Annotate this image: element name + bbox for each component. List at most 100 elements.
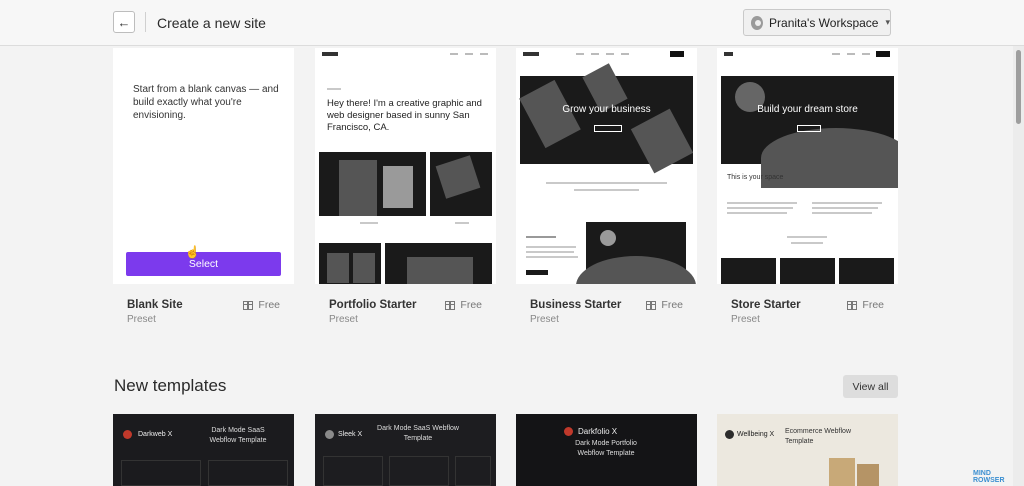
preset-card-blank-site[interactable]: Start from a blank canvas — and build ex… xyxy=(113,48,294,332)
gift-icon xyxy=(445,300,456,310)
mini-link xyxy=(862,53,870,55)
workspace-label: Pranita's Workspace xyxy=(769,15,879,30)
mini-nav xyxy=(717,48,898,62)
store-hero-text: Build your dream store xyxy=(757,104,858,115)
template-card-darkfolio-x[interactable]: Darkfolio X Dark Mode Portfolio Webflow … xyxy=(516,414,697,486)
template-panel xyxy=(455,456,491,486)
preset-type: Preset xyxy=(530,314,559,325)
store-hero: Build your dream store xyxy=(721,76,898,188)
mini-line xyxy=(526,256,578,258)
arrow-left-icon: ← xyxy=(117,14,131,30)
price-badge: Free xyxy=(445,299,482,311)
watermark-line: ROWSER xyxy=(973,477,1005,484)
product-box xyxy=(857,464,879,486)
mini-button xyxy=(876,51,890,57)
back-button[interactable]: ← xyxy=(113,11,135,33)
business-hero-text: Grow your business xyxy=(562,104,651,115)
watermark-logo: MIND ROWSER xyxy=(973,470,1005,484)
mini-line xyxy=(546,182,667,184)
mini-line xyxy=(791,242,823,244)
product-image xyxy=(839,258,894,284)
price-label: Free xyxy=(862,299,884,311)
scrollbar-thumb[interactable] xyxy=(1016,50,1021,124)
divider xyxy=(145,12,146,32)
mini-line xyxy=(327,88,341,90)
select-button[interactable]: Select xyxy=(126,252,281,276)
mini-logo xyxy=(523,52,539,56)
mini-link xyxy=(576,53,584,55)
template-brand: Sleek X xyxy=(338,431,363,438)
mini-link xyxy=(832,53,840,55)
workspace-selector[interactable]: Pranita's Workspace ▾ xyxy=(743,9,891,36)
mini-line xyxy=(727,202,797,204)
product-image xyxy=(721,258,776,284)
gift-icon xyxy=(847,300,858,310)
portfolio-image xyxy=(319,243,381,284)
mini-logo xyxy=(724,52,733,56)
preset-name: Blank Site xyxy=(127,299,183,311)
price-label: Free xyxy=(258,299,280,311)
portfolio-image xyxy=(319,152,426,216)
template-card-sleek-x[interactable]: Sleek X Dark Mode SaaS Webflow Template xyxy=(315,414,496,486)
preset-card-business-starter[interactable]: Grow your business Business Starter Pres… xyxy=(516,48,697,332)
mini-line xyxy=(812,202,882,204)
template-brand: Wellbeing X xyxy=(737,431,775,438)
mini-link xyxy=(847,53,855,55)
template-title: Dark Mode SaaS Webflow Template xyxy=(209,427,267,444)
mini-link xyxy=(465,53,473,55)
product-image xyxy=(780,258,835,284)
blank-site-description: Start from a blank canvas — and build ex… xyxy=(133,84,279,121)
preset-preview: Build your dream store This is your spac… xyxy=(717,48,898,284)
darkfolio-logo-icon xyxy=(564,427,573,436)
mini-link xyxy=(480,53,488,55)
mini-line xyxy=(787,236,827,238)
mini-link xyxy=(606,53,614,55)
mini-nav xyxy=(315,48,496,62)
preset-card-store-starter[interactable]: Build your dream store This is your spac… xyxy=(717,48,898,332)
mini-line xyxy=(455,222,469,224)
template-title: Dark Mode SaaS Webflow Template xyxy=(377,425,459,442)
preset-name: Business Starter xyxy=(530,299,622,311)
chevron-down-icon: ▾ xyxy=(885,17,890,27)
sleek-logo-icon xyxy=(325,430,334,439)
price-label: Free xyxy=(661,299,683,311)
template-panel xyxy=(208,460,288,486)
mini-line xyxy=(574,189,639,191)
mini-line xyxy=(727,212,787,214)
mini-line xyxy=(360,222,378,224)
template-card-wellbeing-x[interactable]: Wellbeing X Ecommerce Webflow Template xyxy=(717,414,898,486)
preset-preview: Grow your business xyxy=(516,48,697,284)
price-badge: Free xyxy=(646,299,683,311)
template-title: Dark Mode Portfolio Webflow Template xyxy=(575,440,637,457)
preset-card-portfolio-starter[interactable]: Hey there! I'm a creative graphic and we… xyxy=(315,48,496,332)
template-panel xyxy=(121,460,201,486)
section-title-new-templates: New templates xyxy=(114,376,227,395)
gift-icon xyxy=(243,300,254,310)
template-panel xyxy=(389,456,449,486)
view-all-button[interactable]: View all xyxy=(843,375,898,398)
darkweb-logo-icon xyxy=(123,430,132,439)
mini-line xyxy=(526,251,574,253)
price-badge: Free xyxy=(243,299,280,311)
template-brand: Darkweb X xyxy=(138,431,173,438)
mini-link xyxy=(591,53,599,55)
template-card-darkweb-x[interactable]: Darkweb X Dark Mode SaaS Webflow Templat… xyxy=(113,414,294,486)
portfolio-headline: Hey there! I'm a creative graphic and we… xyxy=(327,98,482,133)
mini-button xyxy=(594,125,622,132)
mini-logo xyxy=(322,52,338,56)
mini-link xyxy=(450,53,458,55)
business-hero: Grow your business xyxy=(519,63,694,174)
workspace-avatar-icon xyxy=(751,15,764,30)
portfolio-image xyxy=(430,152,492,216)
price-label: Free xyxy=(460,299,482,311)
preset-preview: Start from a blank canvas — and build ex… xyxy=(113,48,294,284)
mini-line xyxy=(526,236,556,238)
template-title: Ecommerce Webflow Template xyxy=(785,428,852,445)
hand-cursor-icon: ☝ xyxy=(185,245,200,259)
mini-line xyxy=(727,207,793,209)
gift-icon xyxy=(646,300,657,310)
preset-type: Preset xyxy=(731,314,760,325)
preset-preview: Hey there! I'm a creative graphic and we… xyxy=(315,48,496,284)
product-box xyxy=(829,458,855,486)
mini-button xyxy=(797,125,821,132)
